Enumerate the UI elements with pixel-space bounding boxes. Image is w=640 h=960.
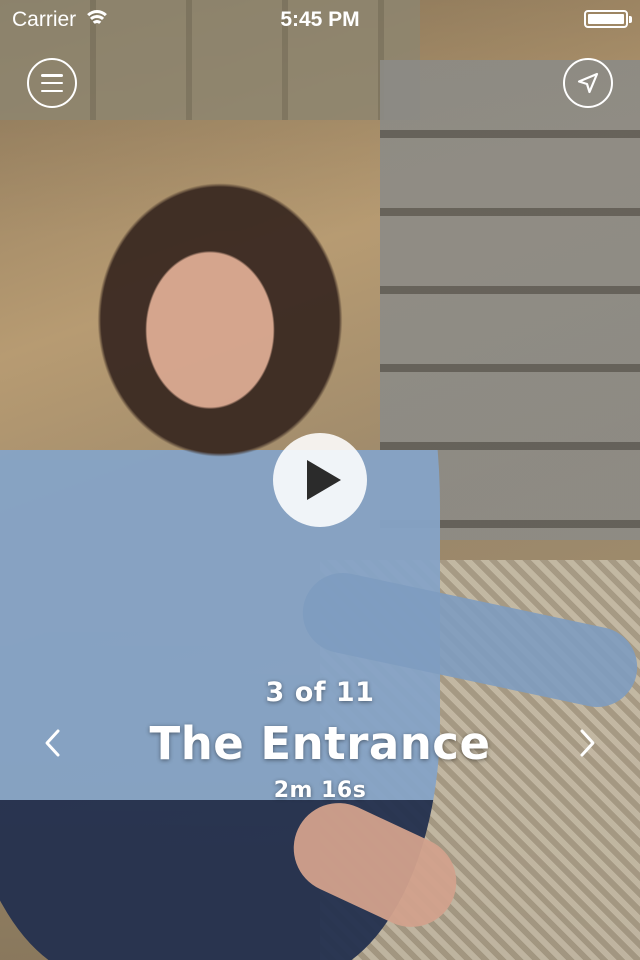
play-icon [307,460,341,500]
stop-title: The Entrance [149,717,491,770]
location-button[interactable] [563,58,613,108]
location-arrow-icon [576,71,600,95]
play-button[interactable] [273,433,367,527]
battery-fill [588,14,624,24]
battery-icon [584,10,632,28]
tour-stop-info: 3 of 11 The Entrance 2m 16s [0,672,640,808]
previous-stop-button[interactable] [36,726,70,760]
menu-button[interactable] [27,58,77,108]
tour-player-screen: Carrier 5:45 PM 3 of 11 The Entrance 2m … [0,0,640,960]
status-bar: Carrier 5:45 PM [0,0,640,40]
hamburger-menu-icon [41,74,63,92]
chevron-right-icon [577,728,597,758]
stop-duration: 2m 16s [273,778,367,803]
status-time: 5:45 PM [280,8,360,31]
stop-counter: 3 of 11 [265,677,375,708]
chevron-left-icon [43,728,63,758]
next-stop-button[interactable] [570,726,604,760]
